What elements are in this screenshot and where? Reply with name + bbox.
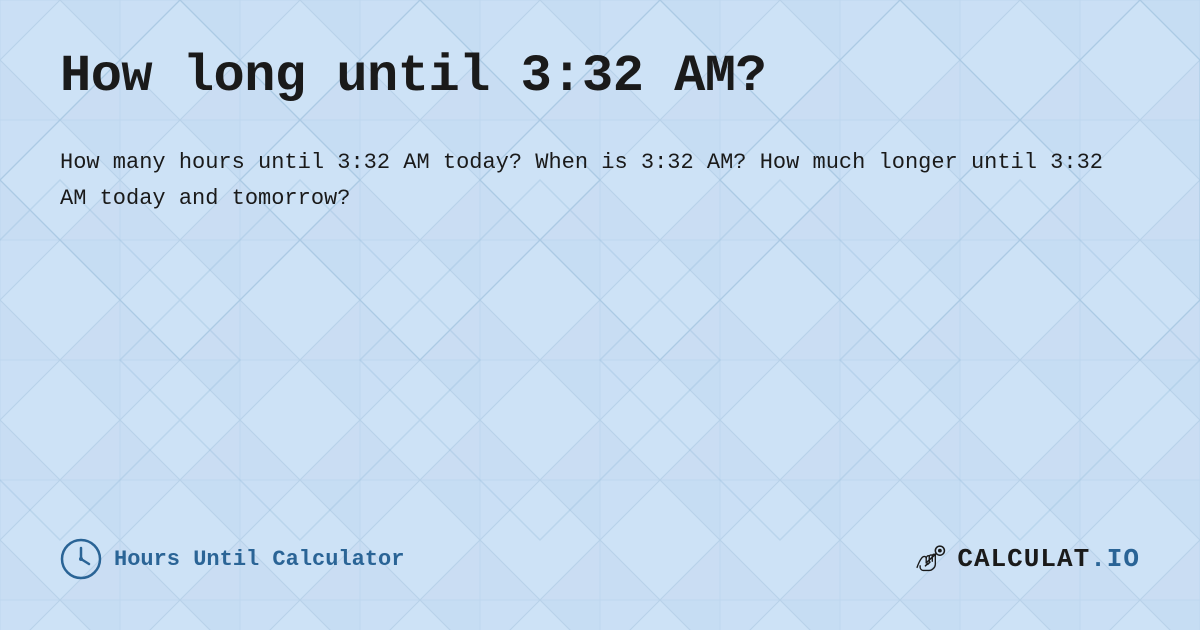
key-hand-icon (911, 540, 949, 578)
footer-brand-label: Hours Until Calculator (114, 547, 404, 572)
footer-brand: Hours Until Calculator (60, 538, 404, 580)
footer-logo: CALCULAT.IO (911, 540, 1140, 578)
page-description: How many hours until 3:32 AM today? When… (60, 145, 1140, 218)
clock-icon (60, 538, 102, 580)
logo-text-accent: .IO (1090, 544, 1140, 574)
logo-text: CALCULAT.IO (957, 544, 1140, 574)
footer: Hours Until Calculator CALCULAT.IO (60, 538, 1140, 590)
page-title: How long until 3:32 AM? (60, 48, 1140, 105)
